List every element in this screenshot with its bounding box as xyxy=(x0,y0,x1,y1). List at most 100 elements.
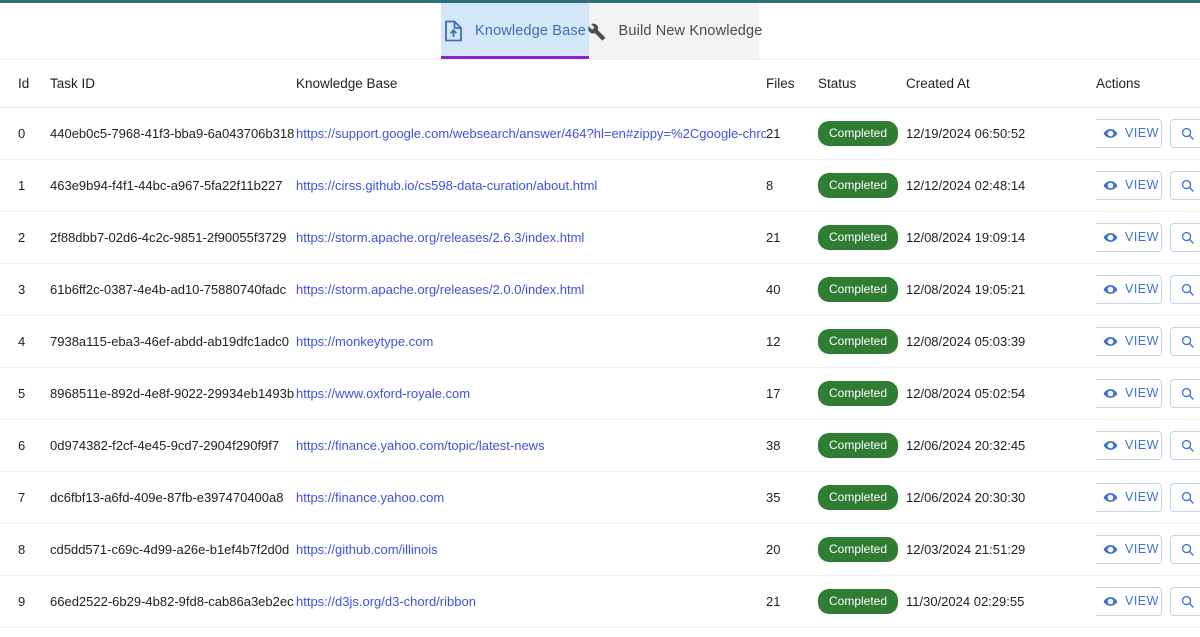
view-button-label: VIEW xyxy=(1125,438,1159,452)
knowledge-base-link[interactable]: https://www.oxford-royale.com xyxy=(296,386,470,401)
view-button-label: VIEW xyxy=(1125,386,1159,400)
view-button[interactable]: VIEW xyxy=(1096,378,1162,408)
search-button[interactable]: SEARCH xyxy=(1170,274,1200,304)
magnifier-icon xyxy=(1180,438,1195,453)
view-button[interactable]: VIEW xyxy=(1096,534,1162,564)
eye-icon xyxy=(1103,490,1118,505)
table-row: 5 8968511e-892d-4e8f-9022-29934eb1493b htt… xyxy=(0,367,1200,420)
cell-actions: VIEW SEARCH xyxy=(1096,107,1200,160)
action-buttons: VIEW SEARCH xyxy=(1096,326,1200,356)
column-header-task-id[interactable]: Task ID xyxy=(50,60,296,108)
knowledge-base-link[interactable]: https://cirss.github.io/cs598-data-curat… xyxy=(296,178,597,193)
view-button[interactable]: VIEW xyxy=(1096,430,1162,460)
magnifier-icon xyxy=(1180,542,1195,557)
eye-icon xyxy=(1103,230,1118,245)
search-button[interactable]: SEARCH xyxy=(1170,378,1200,408)
cell-status: Completed xyxy=(818,315,906,368)
cell-files: 21 xyxy=(766,107,818,160)
cell-id: 3 xyxy=(0,263,50,316)
knowledge-base-table-container: Id Task ID Knowledge Base Files Status C… xyxy=(0,60,1200,628)
column-header-files[interactable]: Files xyxy=(766,60,818,108)
status-badge: Completed xyxy=(818,484,899,510)
view-button[interactable]: VIEW xyxy=(1096,222,1162,252)
cell-task-id: 463e9b94-f4f1-44bc-a967-5fa22f11b227 xyxy=(50,159,296,212)
cell-task-id: 0d974382-f2cf-4e45-9cd7-2904f290f9f7 xyxy=(50,419,296,472)
search-button[interactable]: SEARCH xyxy=(1170,430,1200,460)
cell-actions: VIEW SEARCH xyxy=(1096,471,1200,524)
tab-strip: Knowledge Base Build New Knowledge xyxy=(0,3,1200,60)
column-header-id[interactable]: Id xyxy=(0,60,50,108)
magnifier-icon xyxy=(1180,334,1195,349)
knowledge-base-link[interactable]: https://d3js.org/d3-chord/ribbon xyxy=(296,594,476,609)
eye-icon xyxy=(1103,386,1118,401)
eye-icon xyxy=(1103,438,1118,453)
cell-files: 17 xyxy=(766,367,818,420)
status-badge: Completed xyxy=(818,536,899,562)
cell-created-at: 12/08/2024 05:02:54 xyxy=(906,367,1096,420)
view-button-label: VIEW xyxy=(1125,542,1159,556)
cell-task-id: dc6fbf13-a6fd-409e-87fb-e397470400a8 xyxy=(50,471,296,524)
search-button[interactable]: SEARCH xyxy=(1170,534,1200,564)
cell-status: Completed xyxy=(818,523,906,576)
view-button[interactable]: VIEW xyxy=(1096,170,1162,200)
cell-status: Completed xyxy=(818,211,906,264)
table-row: 2 2f88dbb7-02d6-4c2c-9851-2f90055f3729 htt… xyxy=(0,211,1200,264)
column-header-created-at[interactable]: Created At xyxy=(906,60,1096,108)
cell-task-id: 7938a115-eba3-46ef-abdd-ab19dfc1adc0 xyxy=(50,315,296,368)
knowledge-base-link[interactable]: https://finance.yahoo.com/topic/latest-n… xyxy=(296,438,545,453)
tab-build-new-knowledge[interactable]: Build New Knowledge xyxy=(587,3,762,59)
knowledge-base-link[interactable]: https://github.com/illinois xyxy=(296,542,438,557)
cell-task-id: cd5dd571-c69c-4d99-a26e-b1ef4b7f2d0d xyxy=(50,523,296,576)
magnifier-icon xyxy=(1180,386,1195,401)
view-button[interactable]: VIEW xyxy=(1096,118,1162,148)
view-button[interactable]: VIEW xyxy=(1096,326,1162,356)
cell-id: 5 xyxy=(0,367,50,420)
search-button[interactable]: SEARCH xyxy=(1170,482,1200,512)
cell-id: 8 xyxy=(0,523,50,576)
column-header-status[interactable]: Status xyxy=(818,60,906,108)
knowledge-base-link[interactable]: https://storm.apache.org/releases/2.6.3/… xyxy=(296,230,584,245)
action-buttons: VIEW SEARCH xyxy=(1096,482,1200,512)
cell-task-id: 66ed2522-6b29-4b82-9fd8-cab86a3eb2ec xyxy=(50,575,296,628)
cell-id: 4 xyxy=(0,315,50,368)
action-buttons: VIEW SEARCH xyxy=(1096,118,1200,148)
cell-files: 35 xyxy=(766,471,818,524)
cell-knowledge-base: https://cirss.github.io/cs598-data-curat… xyxy=(296,159,766,212)
cell-actions: VIEW SEARCH xyxy=(1096,159,1200,212)
cell-knowledge-base: https://monkeytype.com xyxy=(296,315,766,368)
cell-task-id: 8968511e-892d-4e8f-9022-29934eb1493b xyxy=(50,367,296,420)
knowledge-base-link[interactable]: https://monkeytype.com xyxy=(296,334,433,349)
search-button[interactable]: SEARCH xyxy=(1170,586,1200,616)
tab-knowledge-base[interactable]: Knowledge Base xyxy=(441,3,589,59)
search-button[interactable]: SEARCH xyxy=(1170,170,1200,200)
cell-status: Completed xyxy=(818,367,906,420)
search-button[interactable]: SEARCH xyxy=(1170,222,1200,252)
view-button[interactable]: VIEW xyxy=(1096,482,1162,512)
magnifier-icon xyxy=(1180,178,1195,193)
cell-knowledge-base: https://d3js.org/d3-chord/ribbon xyxy=(296,575,766,628)
table-row: 3 61b6ff2c-0387-4e4b-ad10-75880740fadc htt… xyxy=(0,263,1200,316)
column-header-knowledge-base[interactable]: Knowledge Base xyxy=(296,60,766,108)
search-button[interactable]: SEARCH xyxy=(1170,326,1200,356)
cell-created-at: 12/06/2024 20:30:30 xyxy=(906,471,1096,524)
view-button-label: VIEW xyxy=(1125,230,1159,244)
view-button[interactable]: VIEW xyxy=(1096,274,1162,304)
cell-status: Completed xyxy=(818,471,906,524)
cell-knowledge-base: https://storm.apache.org/releases/2.6.3/… xyxy=(296,211,766,264)
cell-knowledge-base: https://github.com/illinois xyxy=(296,523,766,576)
cell-created-at: 12/08/2024 05:03:39 xyxy=(906,315,1096,368)
table-header-row: Id Task ID Knowledge Base Files Status C… xyxy=(0,60,1200,108)
knowledge-base-link[interactable]: https://support.google.com/websearch/ans… xyxy=(296,126,766,141)
knowledge-base-link[interactable]: https://finance.yahoo.com xyxy=(296,490,444,505)
search-button[interactable]: SEARCH xyxy=(1170,118,1200,148)
action-buttons: VIEW SEARCH xyxy=(1096,170,1200,200)
action-buttons: VIEW SEARCH xyxy=(1096,274,1200,304)
knowledge-base-link[interactable]: https://storm.apache.org/releases/2.0.0/… xyxy=(296,282,584,297)
view-button[interactable]: VIEW xyxy=(1096,586,1162,616)
cell-actions: VIEW SEARCH xyxy=(1096,211,1200,264)
eye-icon xyxy=(1103,126,1118,141)
cell-id: 0 xyxy=(0,107,50,160)
cell-knowledge-base: https://www.oxford-royale.com xyxy=(296,367,766,420)
table-row: 7 dc6fbf13-a6fd-409e-87fb-e397470400a8 htt… xyxy=(0,471,1200,524)
column-header-actions: Actions xyxy=(1096,60,1200,108)
